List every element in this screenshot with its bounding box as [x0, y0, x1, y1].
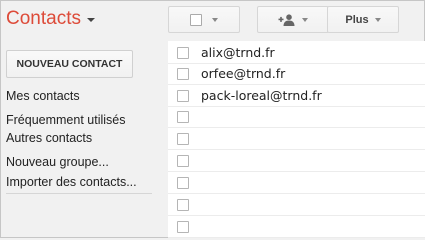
- more-button-label: Plus: [345, 13, 369, 26]
- contacts-window: Contacts Plus NOUVEAU CONTACT Mes contac…: [0, 0, 425, 238]
- new-contact-button[interactable]: NOUVEAU CONTACT: [6, 50, 133, 78]
- contact-row[interactable]: alix@trnd.fr: [168, 43, 425, 64]
- contact-email: alix@trnd.fr: [201, 45, 275, 60]
- row-checkbox[interactable]: [177, 68, 189, 80]
- chevron-down-icon: [374, 17, 381, 22]
- sidebar-item-my-contacts[interactable]: Mes contacts: [6, 89, 80, 103]
- row-checkbox[interactable]: [177, 111, 189, 123]
- select-all-button[interactable]: [168, 6, 240, 33]
- contact-row[interactable]: orfee@trnd.fr: [168, 64, 425, 85]
- contact-email: pack-loreal@trnd.fr: [201, 88, 322, 103]
- contact-list: alix@trnd.fr orfee@trnd.fr pack-loreal@t…: [168, 41, 425, 238]
- app-title-menu[interactable]: Contacts: [6, 8, 95, 30]
- row-checkbox[interactable]: [177, 155, 189, 167]
- add-person-icon: [278, 13, 295, 26]
- sidebar-divider: [6, 193, 152, 194]
- row-checkbox[interactable]: [177, 221, 189, 233]
- select-all-checkbox[interactable]: [190, 13, 202, 26]
- contact-email: orfee@trnd.fr: [201, 66, 286, 81]
- row-checkbox[interactable]: [177, 90, 189, 102]
- chevron-down-icon: [302, 17, 308, 22]
- contact-row[interactable]: [168, 107, 425, 128]
- contact-row[interactable]: [168, 151, 425, 172]
- sidebar-item-new-group[interactable]: Nouveau groupe...: [6, 155, 109, 169]
- more-button[interactable]: Plus: [327, 6, 399, 33]
- chevron-down-icon: [212, 17, 218, 22]
- sidebar-item-frequently-used[interactable]: Fréquemment utilisés: [6, 113, 126, 127]
- add-to-group-button[interactable]: [257, 6, 329, 33]
- page-title: Contacts: [6, 8, 81, 29]
- contact-row[interactable]: [168, 173, 425, 194]
- contact-row[interactable]: [168, 195, 425, 216]
- chevron-down-icon: [86, 18, 95, 22]
- row-checkbox[interactable]: [177, 199, 189, 211]
- sidebar-item-other-contacts[interactable]: Autres contacts: [6, 131, 92, 145]
- row-checkbox[interactable]: [177, 47, 189, 59]
- sidebar-item-import-contacts[interactable]: Importer des contacts...: [6, 175, 137, 189]
- new-contact-label: NOUVEAU CONTACT: [16, 58, 123, 70]
- contact-row[interactable]: pack-loreal@trnd.fr: [168, 86, 425, 107]
- row-checkbox[interactable]: [177, 133, 189, 145]
- row-checkbox[interactable]: [177, 177, 189, 189]
- contact-row[interactable]: [168, 129, 425, 150]
- contact-row[interactable]: [168, 217, 425, 238]
